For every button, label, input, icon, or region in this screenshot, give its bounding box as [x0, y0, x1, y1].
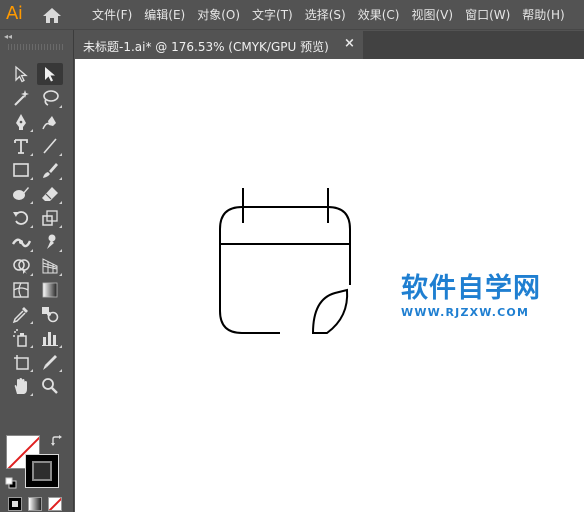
lasso-tool-icon[interactable] [37, 87, 63, 109]
calendar-artwork[interactable] [217, 187, 357, 337]
menu-help[interactable]: 帮助(H) [516, 0, 570, 30]
slice-tool-icon[interactable] [37, 351, 63, 373]
pen-tool-icon[interactable] [8, 111, 34, 133]
symbol-sprayer-tool-icon[interactable] [8, 327, 34, 349]
stroke-swatch[interactable] [25, 454, 59, 488]
column-graph-tool-icon[interactable] [37, 327, 63, 349]
gradient-tool-icon[interactable] [37, 279, 63, 301]
blend-tool-icon[interactable] [37, 303, 63, 325]
document-tab-bar: 未标题-1.ai* @ 176.53% (CMYK/GPU 预览) × [75, 31, 584, 59]
hand-tool-icon[interactable] [8, 375, 34, 397]
illustrator-window: Ai 文件(F) 编辑(E) 对象(O) 文字(T) 选择(S) 效果(C) 视… [0, 0, 584, 512]
menu-select[interactable]: 选择(S) [299, 0, 352, 30]
default-colors-icon[interactable] [5, 474, 17, 489]
direct-selection-tool-icon[interactable] [37, 63, 63, 85]
menu-edit[interactable]: 编辑(E) [138, 0, 191, 30]
selection-tool-icon[interactable] [8, 63, 34, 85]
panel-grip[interactable] [8, 44, 64, 50]
perspective-grid-tool-icon[interactable] [37, 255, 63, 277]
watermark-url: WWW.RJZXW.COM [401, 306, 530, 319]
tools-panel: ◂◂ [0, 30, 74, 512]
magic-wand-tool-icon[interactable] [8, 87, 34, 109]
width-tool-icon[interactable] [8, 231, 34, 253]
calendar-page-curl [311, 288, 349, 334]
watermark-title: 软件自学网 [401, 273, 541, 304]
none-mode-button[interactable] [48, 497, 62, 511]
blob-brush-tool-icon[interactable] [8, 183, 34, 205]
shape-builder-tool-icon[interactable] [8, 255, 34, 277]
menu-file[interactable]: 文件(F) [86, 0, 138, 30]
rectangle-tool-icon[interactable] [8, 159, 34, 181]
type-tool-icon[interactable] [8, 135, 34, 157]
calendar-top-outline [219, 206, 351, 285]
artboard-tool-icon[interactable] [8, 351, 34, 373]
app-logo: Ai [6, 3, 23, 24]
menu-view[interactable]: 视图(V) [405, 0, 459, 30]
mesh-tool-icon[interactable] [8, 279, 34, 301]
main-menu: 文件(F) 编辑(E) 对象(O) 文字(T) 选择(S) 效果(C) 视图(V… [86, 0, 571, 30]
collapse-panel-icon[interactable]: ◂◂ [4, 32, 12, 41]
scale-tool-icon[interactable] [37, 207, 63, 229]
menu-type[interactable]: 文字(T) [246, 0, 299, 30]
eyedropper-tool-icon[interactable] [8, 303, 34, 325]
menu-window[interactable]: 窗口(W) [459, 0, 516, 30]
close-tab-icon[interactable]: × [344, 36, 355, 51]
document-tab-label: 未标题-1.ai* @ 176.53% (CMYK/GPU 预览) [83, 40, 329, 54]
watermark: 软件自学网 WWW.RJZXW.COM [401, 272, 551, 320]
eraser-tool-icon[interactable] [37, 183, 63, 205]
document-tab[interactable]: 未标题-1.ai* @ 176.53% (CMYK/GPU 预览) × [75, 31, 363, 59]
line-segment-tool-icon[interactable] [37, 135, 63, 157]
curvature-tool-icon[interactable] [37, 111, 63, 133]
gradient-mode-button[interactable] [28, 497, 42, 511]
puppet-warp-tool-icon[interactable] [37, 231, 63, 253]
zoom-tool-icon[interactable] [37, 375, 63, 397]
paintbrush-tool-icon[interactable] [37, 159, 63, 181]
menu-bar: Ai 文件(F) 编辑(E) 对象(O) 文字(T) 选择(S) 效果(C) 视… [0, 0, 584, 30]
menu-object[interactable]: 对象(O) [191, 0, 246, 30]
artboard-canvas[interactable]: 软件自学网 WWW.RJZXW.COM [75, 59, 584, 512]
color-mode-button[interactable] [8, 497, 22, 511]
home-icon[interactable] [40, 6, 64, 24]
calendar-body-outline [219, 244, 280, 334]
menu-effect[interactable]: 效果(C) [352, 0, 406, 30]
rotate-tool-icon[interactable] [8, 207, 34, 229]
swap-fill-stroke-icon[interactable] [50, 434, 64, 451]
